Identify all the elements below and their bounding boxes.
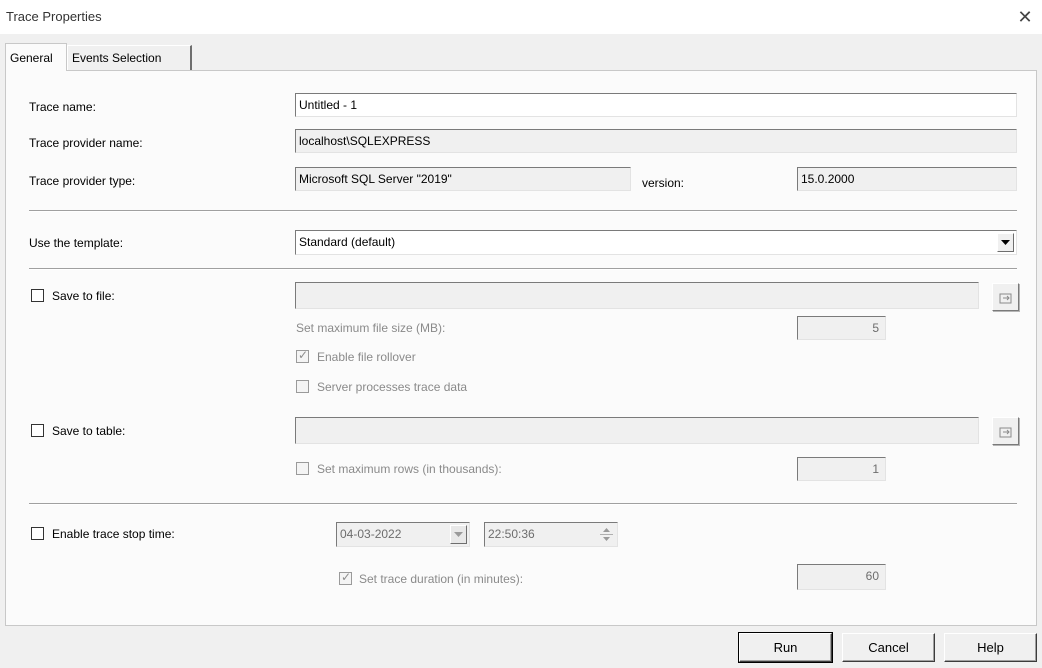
chevron-down-icon xyxy=(454,532,463,537)
browse-table-button[interactable] xyxy=(992,417,1019,445)
enable-stop-time-checkbox[interactable] xyxy=(31,527,44,540)
enable-file-rollover-label: Enable file rollover xyxy=(317,350,416,364)
template-select[interactable]: Standard (default) xyxy=(295,230,1017,255)
server-processes-label: Server processes trace data xyxy=(317,380,468,394)
help-button[interactable]: Help xyxy=(944,633,1037,662)
max-rows-checkbox[interactable] xyxy=(296,462,309,475)
separator xyxy=(29,503,1017,505)
set-duration-checkbox[interactable]: ✓ xyxy=(339,570,352,585)
provider-name-field: localhost\SQLEXPRESS xyxy=(295,129,1017,153)
save-to-table-checkbox[interactable] xyxy=(31,424,44,437)
time-spin-buttons[interactable] xyxy=(598,525,615,544)
server-processes-checkbox[interactable] xyxy=(296,380,309,393)
trace-name-label: Trace name: xyxy=(29,100,96,114)
version-field: 15.0.2000 xyxy=(797,167,1017,191)
separator xyxy=(29,268,1017,270)
title-bar: Trace Properties ✕ xyxy=(0,0,1042,34)
set-duration-label: Set trace duration (in minutes): xyxy=(359,572,524,586)
checkmark-icon: ✓ xyxy=(298,348,309,362)
save-to-file-label: Save to file: xyxy=(52,289,115,303)
provider-type-label: Trace provider type: xyxy=(29,174,136,188)
run-button[interactable]: Run xyxy=(738,632,833,663)
provider-type-field: Microsoft SQL Server "2019" xyxy=(295,167,631,191)
chevron-down-icon xyxy=(1001,240,1010,245)
version-label: version: xyxy=(642,176,685,190)
separator xyxy=(29,210,1017,212)
max-rows-input[interactable]: 1 xyxy=(797,457,886,481)
trace-name-input[interactable]: Untitled - 1 xyxy=(295,93,1017,117)
save-to-table-label: Save to table: xyxy=(52,424,126,438)
stop-time-value: 22:50:36 xyxy=(488,527,535,541)
browse-folder-icon xyxy=(999,293,1012,304)
date-dropdown-button[interactable] xyxy=(450,525,467,544)
max-file-size-label: Set maximum file size (MB): xyxy=(296,321,446,335)
stop-time-spinner[interactable]: 22:50:36 xyxy=(484,522,618,547)
stop-date-picker[interactable]: 04-03-2022 xyxy=(336,522,470,547)
checkmark-icon: ✓ xyxy=(341,570,352,584)
max-file-size-input[interactable]: 5 xyxy=(797,316,886,340)
save-to-file-path[interactable] xyxy=(295,282,979,309)
enable-stop-time-label: Enable trace stop time: xyxy=(52,527,175,541)
save-to-file-checkbox[interactable] xyxy=(31,289,44,302)
enable-file-rollover-checkbox[interactable]: ✓ xyxy=(296,348,309,363)
cancel-button[interactable]: Cancel xyxy=(842,633,935,662)
stop-date-value: 04-03-2022 xyxy=(340,527,402,541)
save-to-table-field[interactable] xyxy=(295,417,979,444)
template-value: Standard (default) xyxy=(299,235,396,249)
duration-input[interactable]: 60 xyxy=(797,564,886,590)
max-rows-label: Set maximum rows (in thousands): xyxy=(317,462,502,476)
browse-file-button[interactable] xyxy=(992,283,1019,311)
close-icon[interactable]: ✕ xyxy=(1012,4,1038,30)
browse-folder-icon xyxy=(999,427,1012,438)
spin-updown-icon xyxy=(600,528,613,541)
tab-general[interactable]: General xyxy=(5,43,67,71)
tab-events-selection[interactable]: Events Selection xyxy=(67,45,192,70)
provider-name-label: Trace provider name: xyxy=(29,136,143,150)
window-title: Trace Properties xyxy=(6,9,102,24)
template-label: Use the template: xyxy=(29,236,124,250)
template-dropdown-button[interactable] xyxy=(997,233,1014,252)
